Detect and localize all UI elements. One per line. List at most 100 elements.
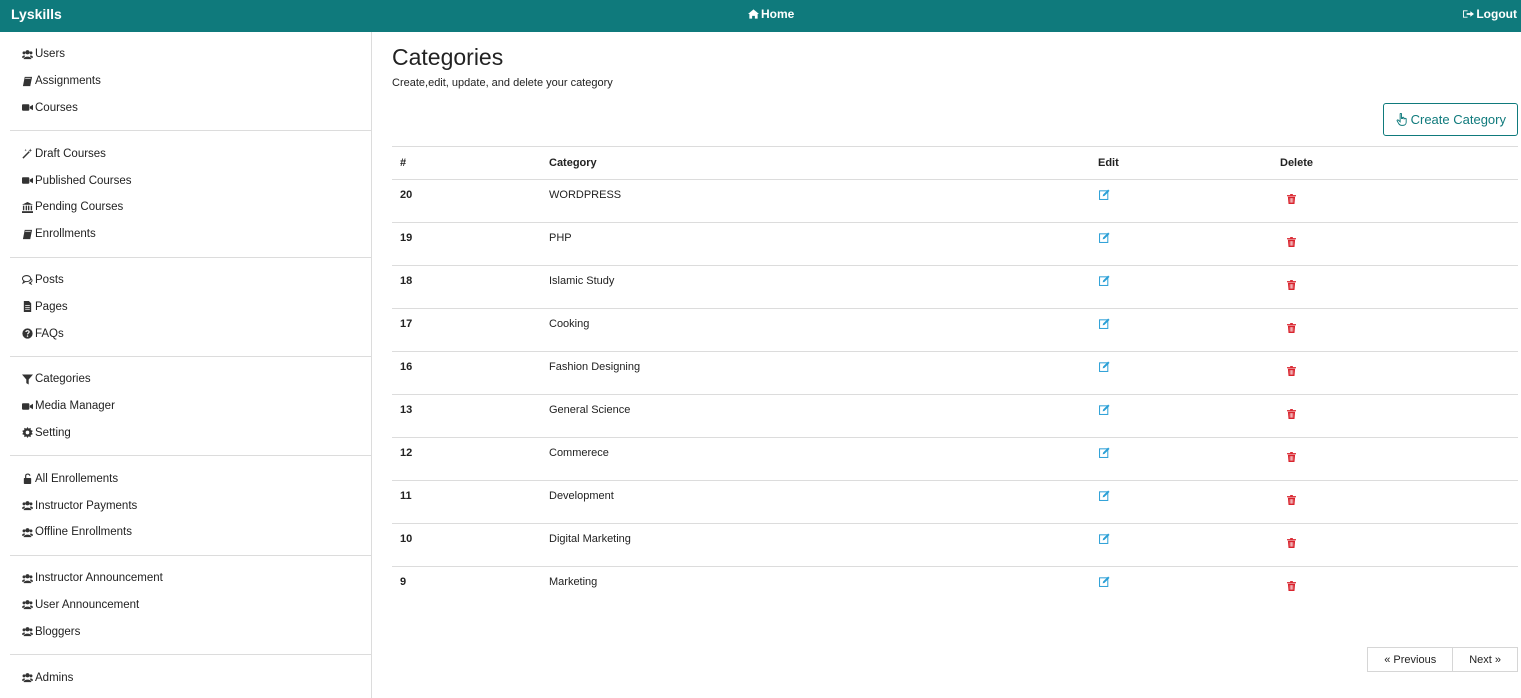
sidebar-item-assignments[interactable]: Assignments xyxy=(10,68,371,95)
trash-icon[interactable] xyxy=(1287,323,1296,336)
delete-cell xyxy=(1280,351,1518,395)
create-category-button[interactable]: Create Category xyxy=(1382,103,1518,136)
trash-icon[interactable] xyxy=(1287,538,1296,551)
sidebar-item-label: Admins xyxy=(35,671,74,684)
sidebar-group: All Enrollements Instructor Payments Offli… xyxy=(10,456,371,556)
sign-out-icon xyxy=(1463,10,1475,18)
sidebar-item-label: All Enrollements xyxy=(35,472,119,485)
video-icon xyxy=(21,175,34,187)
sidebar-item-admins[interactable]: Admins xyxy=(10,664,371,691)
edit-icon[interactable] xyxy=(1099,576,1110,590)
edit-icon[interactable] xyxy=(1099,318,1110,332)
header-delete: Delete xyxy=(1280,146,1518,180)
edit-icon[interactable] xyxy=(1099,404,1110,418)
table-row: 19 PHP xyxy=(392,222,1518,266)
category-id: 17 xyxy=(392,308,549,352)
sidebar-item-media-manager[interactable]: Media Manager xyxy=(10,393,371,420)
edit-cell xyxy=(1098,179,1280,223)
sidebar-item-label: Pages xyxy=(35,300,68,313)
trash-icon[interactable] xyxy=(1287,194,1296,207)
edit-icon[interactable] xyxy=(1099,189,1110,203)
delete-cell xyxy=(1280,179,1518,223)
edit-icon[interactable] xyxy=(1099,232,1110,246)
edit-icon[interactable] xyxy=(1099,490,1110,504)
sidebar-item-pages[interactable]: Pages xyxy=(10,293,371,320)
sidebar-item-faqs[interactable]: FAQs xyxy=(10,320,371,347)
trash-icon[interactable] xyxy=(1287,409,1296,422)
sidebar-item-bloggers[interactable]: Bloggers xyxy=(10,618,371,645)
delete-cell xyxy=(1280,437,1518,481)
category-name: General Science xyxy=(549,394,1098,438)
trash-icon[interactable] xyxy=(1287,452,1296,465)
sidebar-item-label: FAQs xyxy=(35,327,64,340)
sidebar-item-enrollments[interactable]: Enrollments xyxy=(10,221,371,248)
sidebar-item-setting[interactable]: Setting xyxy=(10,420,371,447)
sidebar-item-instructor-payments[interactable]: Instructor Payments xyxy=(10,492,371,519)
sidebar-item-users[interactable]: Users xyxy=(10,41,371,68)
categories-table: # Category Edit Delete 20 WORDPRESS 19 PHP 1… xyxy=(392,146,1518,610)
category-id: 9 xyxy=(400,576,407,588)
table-row: 11 Development xyxy=(392,480,1518,524)
users-icon xyxy=(21,500,34,512)
video-icon xyxy=(21,400,34,412)
top-navbar: Lyskills Home Logout xyxy=(0,0,1521,32)
delete-cell xyxy=(1280,222,1518,266)
sidebar-item-published-courses[interactable]: Published Courses xyxy=(10,167,371,194)
category-name: Commerece xyxy=(549,437,1098,481)
category-id: 20 xyxy=(392,179,549,223)
book-icon xyxy=(21,75,34,87)
edit-cell xyxy=(1098,437,1280,481)
page-title: Categories xyxy=(392,44,504,70)
sidebar-item-posts[interactable]: Posts xyxy=(10,267,371,294)
edit-cell xyxy=(1098,523,1280,567)
edit-icon[interactable] xyxy=(1099,447,1110,461)
trash-icon[interactable] xyxy=(1287,237,1296,250)
category-name: Digital Marketing xyxy=(549,523,1098,567)
previous-page-button[interactable]: « Previous xyxy=(1367,647,1454,672)
logout-label: Logout xyxy=(1476,7,1517,21)
sidebar-item-courses[interactable]: Courses xyxy=(10,95,371,122)
sidebar-item-user-announcement[interactable]: User Announcement xyxy=(10,592,371,619)
sidebar-item-label: Posts xyxy=(35,273,64,286)
logout-link[interactable]: Logout xyxy=(1463,7,1517,21)
edit-icon[interactable] xyxy=(1099,533,1110,547)
sidebar-item-label: Courses xyxy=(35,101,78,114)
trash-icon[interactable] xyxy=(1287,495,1296,508)
home-link[interactable]: Home xyxy=(748,7,794,21)
sidebar-item-pending-courses[interactable]: Pending Courses xyxy=(10,194,371,221)
edit-cell xyxy=(1098,308,1280,352)
file-icon xyxy=(21,301,34,313)
sidebar-group: Categories Media Manager Setting xyxy=(10,357,371,457)
users-icon xyxy=(21,672,34,684)
trash-icon[interactable] xyxy=(1287,280,1296,293)
trash-icon[interactable] xyxy=(1287,581,1296,594)
edit-icon[interactable] xyxy=(1099,361,1110,375)
magic-icon xyxy=(21,148,34,160)
edit-icon[interactable] xyxy=(1099,275,1110,289)
sidebar-group: Draft Courses Published Courses Pending Co… xyxy=(10,131,371,258)
sidebar-item-label: User Announcement xyxy=(35,598,140,611)
next-page-button[interactable]: Next » xyxy=(1453,647,1518,672)
edit-cell xyxy=(1098,351,1280,395)
category-name: PHP xyxy=(549,222,1098,266)
home-icon xyxy=(748,9,759,19)
brand-logo[interactable]: Lyskills xyxy=(11,6,62,22)
category-id: 13 xyxy=(392,394,549,438)
users-icon xyxy=(21,626,34,638)
sidebar-item-label: Offline Enrollments xyxy=(35,526,132,539)
sidebar-item-label: Bloggers xyxy=(35,625,81,638)
edit-cell xyxy=(1098,480,1280,524)
sidebar-item-draft-courses[interactable]: Draft Courses xyxy=(10,140,371,167)
category-id: 11 xyxy=(392,480,549,524)
category-id: 16 xyxy=(392,351,549,395)
category-id: 12 xyxy=(392,437,549,481)
sidebar-item-offline-enrollments[interactable]: Offline Enrollments xyxy=(10,519,371,546)
category-name: Fashion Designing xyxy=(549,351,1098,395)
sidebar-item-instructor-announcement[interactable]: Instructor Announcement xyxy=(10,565,371,592)
sidebar-item-all-enrollements[interactable]: All Enrollements xyxy=(10,465,371,492)
header-num: # xyxy=(392,146,549,180)
edit-cell xyxy=(1098,394,1280,438)
trash-icon[interactable] xyxy=(1287,366,1296,379)
sidebar-item-categories[interactable]: Categories xyxy=(10,366,371,393)
delete-cell xyxy=(1280,394,1518,438)
